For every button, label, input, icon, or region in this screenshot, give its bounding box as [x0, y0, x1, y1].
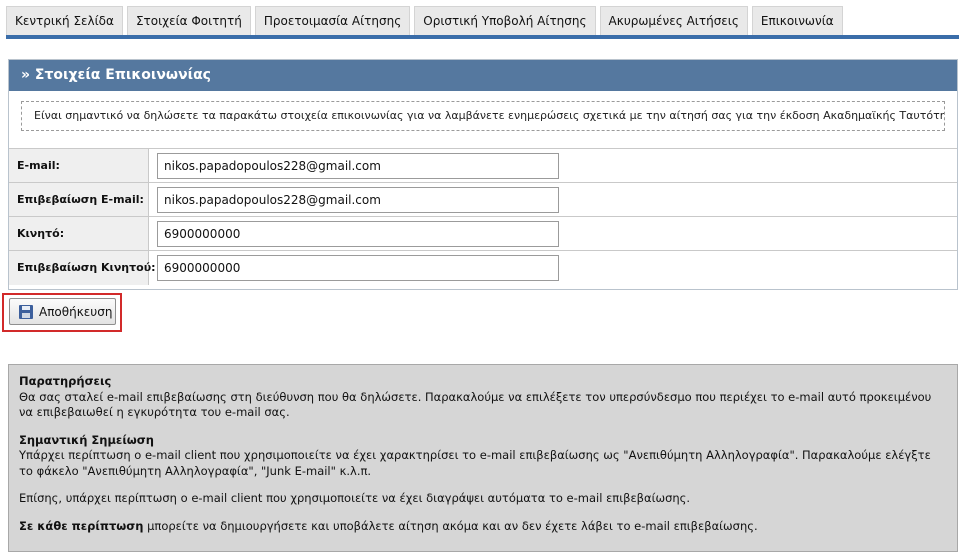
email-field-cell	[149, 149, 957, 182]
tab-contact[interactable]: Επικοινωνία	[751, 6, 843, 35]
confirm-mobile-row: Επιβεβαίωση Κινητού:	[9, 251, 957, 285]
auto-deleted-note: Επίσης, υπάρχει περίπτωση ο e-mail clien…	[19, 491, 691, 505]
confirm-mobile-field-cell	[149, 251, 957, 285]
email-row: E-mail:	[9, 149, 957, 183]
important-note-text: Υπάρχει περίπτωση ο e-mail client που χρ…	[19, 448, 931, 478]
final-note-bold: Σε κάθε περίπτωση	[19, 518, 144, 533]
save-button-label: Αποθήκευση	[39, 304, 113, 319]
email-label: E-mail:	[9, 149, 149, 182]
remarks-heading: Παρατηρήσεις	[19, 374, 112, 388]
mobile-row: Κινητό:	[9, 217, 957, 251]
confirm-email-row: Επιβεβαίωση E-mail:	[9, 183, 957, 217]
important-note-heading: Σημαντική Σημείωση	[19, 432, 154, 447]
panel-title: » Στοιχεία Επικοινωνίας	[9, 60, 957, 91]
mobile-field-cell	[149, 217, 957, 250]
confirm-email-label: Επιβεβαίωση E-mail:	[9, 183, 149, 216]
mobile-label: Κινητό:	[9, 217, 149, 250]
confirm-email-field-cell	[149, 183, 957, 216]
confirm-email-input[interactable]	[157, 187, 559, 213]
tab-prepare-application[interactable]: Προετοιμασία Αίτησης	[254, 6, 411, 35]
intro-message: Είναι σημαντικό να δηλώσετε τα παρακάτω …	[21, 101, 945, 131]
final-note: Σε κάθε περίπτωση μπορείτε να δημιουργήσ…	[19, 519, 947, 535]
main-nav-tabs: Κεντρική Σελίδα Στοιχεία Φοιτητή Προετοι…	[6, 6, 843, 35]
confirm-mobile-label: Επιβεβαίωση Κινητού:	[9, 251, 156, 285]
remarks-text: Θα σας σταλεί e-mail επιβεβαίωσης στη δι…	[19, 389, 932, 420]
floppy-disk-icon	[19, 304, 33, 319]
save-button[interactable]: Αποθήκευση	[9, 298, 116, 325]
notes-box: Παρατηρήσεις Θα σας σταλεί e-mail επιβεβ…	[8, 364, 958, 552]
mobile-input[interactable]	[157, 221, 559, 247]
tab-home[interactable]: Κεντρική Σελίδα	[6, 6, 123, 35]
tab-student-details[interactable]: Στοιχεία Φοιτητή	[126, 6, 251, 35]
intro-wrapper: Είναι σημαντικό να δηλώσετε τα παρακάτω …	[9, 91, 957, 149]
final-note-text: μπορείτε να δημιουργήσετε και υποβάλετε …	[143, 518, 758, 533]
tab-cancelled-applications[interactable]: Ακυρωμένες Αιτήσεις	[599, 6, 748, 35]
tab-final-submission[interactable]: Οριστική Υποβολή Αίτησης	[414, 6, 596, 35]
email-input[interactable]	[157, 153, 559, 179]
contact-details-panel: » Στοιχεία Επικοινωνίας Είναι σημαντικό …	[8, 59, 958, 290]
tab-underline-rule	[6, 35, 959, 39]
confirm-mobile-input[interactable]	[157, 255, 559, 281]
